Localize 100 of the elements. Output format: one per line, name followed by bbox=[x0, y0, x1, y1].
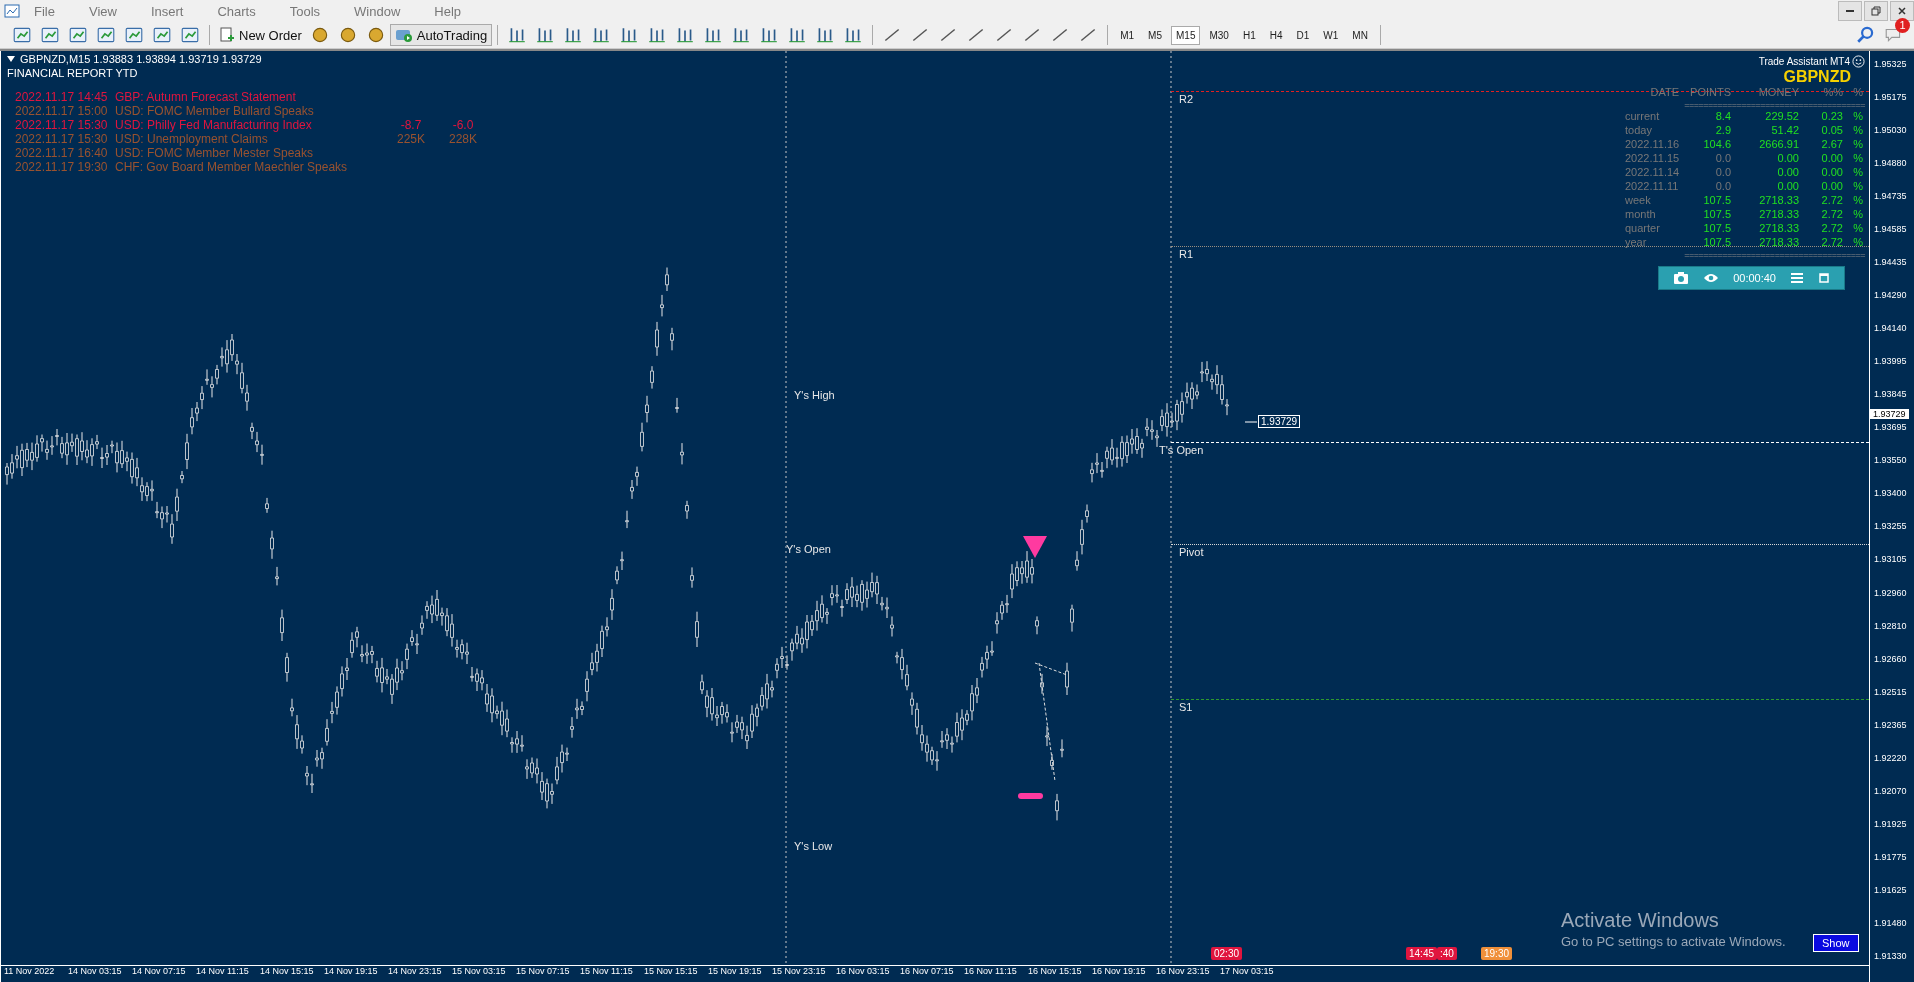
restore-button[interactable] bbox=[1864, 1, 1888, 21]
timeframe-button[interactable]: H1 bbox=[1237, 25, 1261, 45]
price-axis-label: 1.93845 bbox=[1873, 389, 1908, 401]
time-axis-label: 14 Nov 07:15 bbox=[132, 966, 187, 978]
table-cell-text: 107.5 bbox=[1702, 222, 1731, 236]
table-cell-text: 2022.11.15 bbox=[1624, 152, 1679, 166]
news-time: 2022.11.17 19:30 bbox=[15, 160, 109, 174]
price-axis-label: 1.93995 bbox=[1873, 356, 1908, 368]
smiley-icon bbox=[1852, 55, 1865, 68]
table-cell-text: current bbox=[1624, 110, 1661, 124]
app-icon[interactable] bbox=[4, 3, 20, 19]
timeframe-button[interactable]: M1 bbox=[1115, 25, 1140, 45]
menu-item[interactable]: Window bbox=[354, 3, 401, 19]
news-time: 2022.11.17 14:45 bbox=[15, 90, 109, 104]
dropdown-icon[interactable] bbox=[7, 56, 15, 62]
table-cell-text: 0.05 bbox=[1820, 124, 1843, 138]
menu-item[interactable]: Help bbox=[434, 3, 462, 19]
table-cell-text: 8.4 bbox=[1714, 110, 1731, 124]
price-axis-label: 1.93550 bbox=[1873, 455, 1908, 467]
price-axis-label: 1.92660 bbox=[1873, 653, 1908, 665]
news-event: USD: FOMC Member Mester Speaks bbox=[115, 146, 315, 160]
eye-icon[interactable] bbox=[1703, 272, 1720, 284]
price-axis-label: 1.92960 bbox=[1873, 587, 1908, 599]
menu-item[interactable]: Charts bbox=[217, 3, 256, 19]
new-order-button[interactable]: New Order bbox=[215, 25, 306, 45]
new-chart-icon[interactable] bbox=[12, 25, 32, 45]
time-axis-label: 14 Nov 03:15 bbox=[68, 966, 123, 978]
table-cell-text: 0.0 bbox=[1714, 166, 1731, 180]
play-icon bbox=[394, 27, 413, 43]
time-axis-label: 16 Nov 15:15 bbox=[1028, 966, 1083, 978]
menu-item[interactable]: Insert bbox=[150, 3, 184, 19]
event-marker[interactable]: 02:30 bbox=[1211, 947, 1243, 960]
separator-text: ====================================== bbox=[1684, 100, 1865, 110]
table-cell-text: 0.0 bbox=[1714, 180, 1731, 194]
timeframe-button[interactable]: M30 bbox=[1204, 25, 1234, 45]
price-axis-label: 1.93255 bbox=[1873, 521, 1908, 533]
activation-text: Go to PC settings to activate Windows. bbox=[1561, 934, 1786, 949]
table-cell-text: % bbox=[1852, 166, 1863, 180]
news-event: USD: FOMC Member Bullard Speaks bbox=[115, 104, 315, 118]
news-event: CHF: Gov Board Member Maechler Speaks bbox=[115, 160, 349, 174]
table-cell-text: 2666.91 bbox=[1758, 138, 1799, 152]
table-cell-text: 0.23 bbox=[1820, 110, 1843, 124]
menu-icon[interactable] bbox=[1790, 272, 1804, 284]
table-cell-text: 2.72 bbox=[1820, 208, 1843, 222]
menu-item[interactable]: View bbox=[88, 3, 117, 19]
table-cell-text: today bbox=[1624, 124, 1653, 138]
table-cell-text: 0.00 bbox=[1820, 180, 1843, 194]
event-marker[interactable]: 14:45 bbox=[1406, 947, 1438, 960]
minimize-button[interactable] bbox=[1838, 1, 1862, 21]
table-cell-text: % bbox=[1852, 222, 1863, 236]
table-cell-text: 0.00 bbox=[1776, 152, 1799, 166]
event-marker[interactable]: :40 bbox=[1437, 947, 1457, 960]
table-cell-text: % bbox=[1852, 110, 1863, 124]
level-label: Y's Low bbox=[794, 840, 833, 852]
price-axis-label: 1.91330 bbox=[1873, 950, 1908, 962]
restore-icon bbox=[1871, 6, 1881, 16]
menu-item[interactable]: File bbox=[34, 3, 55, 19]
news-event: USD: Unemployment Claims bbox=[115, 132, 269, 146]
price-axis-label: 1.92365 bbox=[1873, 719, 1908, 731]
auto-trading-button[interactable]: AutoTrading bbox=[389, 24, 493, 46]
price-axis-label: 1.92070 bbox=[1873, 785, 1908, 797]
column-header: %% bbox=[1822, 86, 1843, 100]
timeframe-button[interactable]: W1 bbox=[1318, 25, 1344, 45]
price-axis-label: 1.95030 bbox=[1873, 125, 1908, 137]
table-cell-text: 2718.33 bbox=[1758, 222, 1799, 236]
timeframe-button[interactable]: D1 bbox=[1291, 25, 1315, 45]
bar-chart-icon[interactable] bbox=[507, 25, 528, 45]
time-axis-label: 16 Nov 03:15 bbox=[836, 966, 891, 978]
price-axis-label: 1.91625 bbox=[1873, 884, 1908, 896]
news-time: 2022.11.17 15:30 bbox=[15, 132, 109, 146]
table-cell-text: 2022.11.11 bbox=[1624, 180, 1679, 194]
price-axis-label: 1.91775 bbox=[1873, 851, 1908, 863]
search-icon[interactable] bbox=[1856, 25, 1876, 45]
level-label: R2 bbox=[1179, 93, 1194, 105]
panel-title: Trade Assistant MT4 bbox=[1758, 56, 1850, 67]
table-cell-text: month bbox=[1624, 208, 1657, 222]
table-cell-text: 107.5 bbox=[1702, 208, 1731, 222]
timeframe-button[interactable]: H4 bbox=[1264, 25, 1288, 45]
table-cell-text: % bbox=[1852, 124, 1863, 138]
time-axis-label: 16 Nov 07:15 bbox=[900, 966, 955, 978]
timeframe-button[interactable]: M5 bbox=[1143, 25, 1167, 45]
sell-arrow-icon bbox=[1023, 536, 1047, 558]
table-cell-text: 2.72 bbox=[1820, 194, 1843, 208]
price-axis-label: 1.93105 bbox=[1873, 554, 1908, 566]
level-label: Pivot bbox=[1179, 546, 1204, 558]
timeframe-button[interactable]: M15 bbox=[1171, 25, 1201, 45]
menu-item[interactable]: Tools bbox=[289, 3, 321, 19]
table-cell-text: % bbox=[1852, 208, 1863, 222]
close-button[interactable] bbox=[1890, 1, 1914, 21]
table-cell-text: 229.52 bbox=[1764, 110, 1799, 124]
camera-icon[interactable] bbox=[1673, 271, 1690, 285]
timer-text: 00:00:40 bbox=[1733, 272, 1776, 284]
level-label: S1 bbox=[1179, 701, 1193, 713]
price-axis-label: 1.95175 bbox=[1873, 92, 1908, 104]
table-cell-text: 2718.33 bbox=[1758, 208, 1799, 222]
timeframe-button[interactable]: MN bbox=[1347, 25, 1373, 45]
price-axis-label: 1.93400 bbox=[1873, 488, 1908, 500]
show-button[interactable]: Show bbox=[1813, 934, 1859, 952]
table-cell-text: year bbox=[1624, 236, 1648, 250]
time-axis-label: 15 Nov 11:15 bbox=[580, 966, 634, 978]
